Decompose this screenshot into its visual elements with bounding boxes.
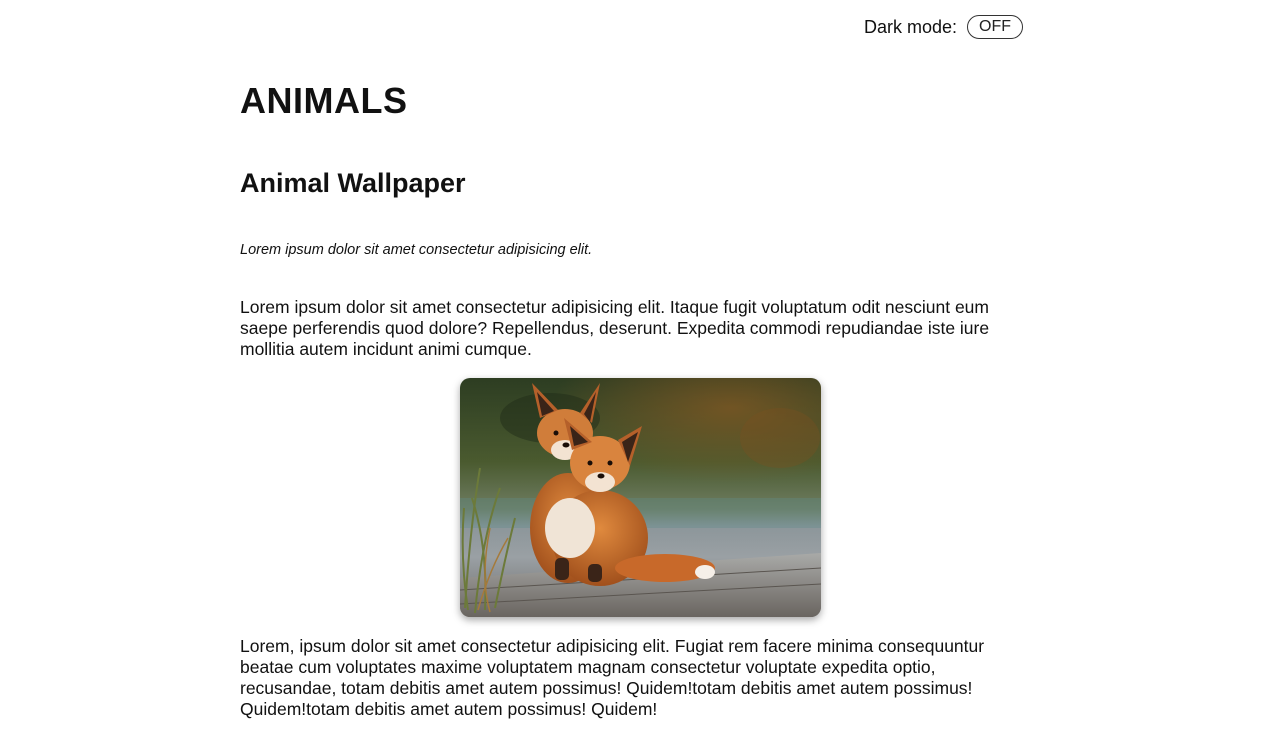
page-title: ANIMALS <box>240 80 408 121</box>
dark-mode-toggle-label: OFF <box>979 18 1012 35</box>
dark-mode-control: Dark mode: OFF <box>864 15 1024 39</box>
body-paragraph: Lorem, ipsum dolor sit amet consectetur … <box>240 636 985 719</box>
section-heading: Animal Wallpaper <box>240 168 466 198</box>
intro-paragraph: Lorem ipsum dolor sit amet consectetur a… <box>240 297 990 359</box>
subtitle: Lorem ipsum dolor sit amet consectetur a… <box>240 242 593 258</box>
dark-mode-label: Dark mode: <box>864 16 958 37</box>
fox-photo <box>460 378 821 617</box>
dark-mode-toggle[interactable]: OFF <box>967 15 1024 39</box>
fox-photo-icon <box>460 378 821 617</box>
